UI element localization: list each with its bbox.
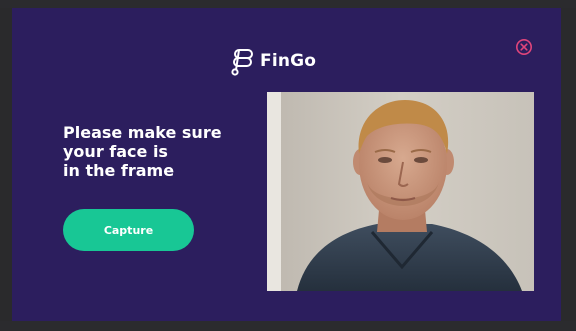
fingo-logo-icon [231, 49, 253, 76]
close-circle-icon[interactable] [515, 38, 533, 56]
instruction-line-1: Please make sure [63, 123, 222, 142]
camera-preview [267, 92, 534, 291]
window-frame-bottom [0, 321, 576, 331]
instruction-text: Please make sure your face is in the fra… [63, 123, 253, 180]
instruction-line-2: your face is [63, 142, 168, 161]
camera-feed-image [267, 92, 534, 291]
window-frame-top [0, 0, 576, 8]
capture-button[interactable]: Capture [63, 209, 194, 251]
brand-name: FinGo [260, 51, 317, 71]
instruction-line-3: in the frame [63, 161, 175, 180]
brand-header: FinGo [230, 46, 316, 76]
